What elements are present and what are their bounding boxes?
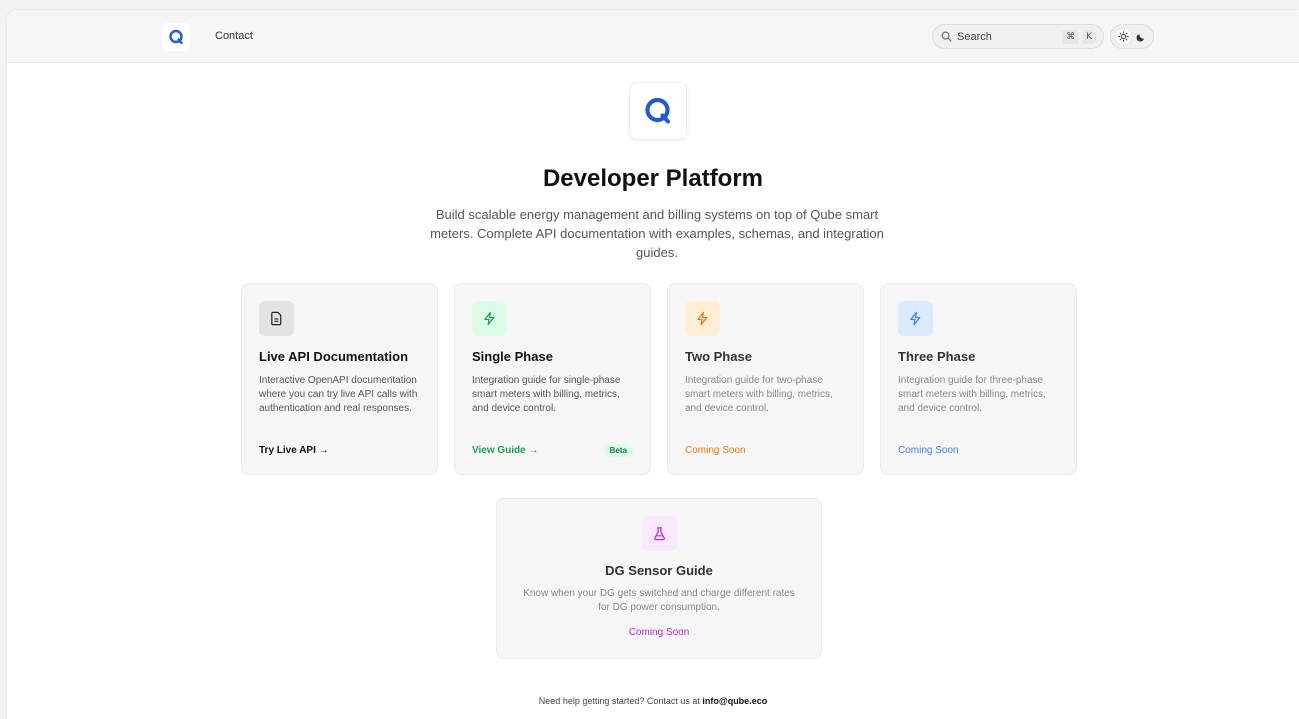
card-live-api[interactable]: Live API Documentation Interactive OpenA… <box>241 283 438 475</box>
view-guide-link[interactable]: View Guide → <box>472 445 539 456</box>
search-input[interactable]: Search ⌘ K <box>932 24 1104 49</box>
theme-toggle[interactable] <box>1110 24 1154 49</box>
card-dg-sensor[interactable]: DG Sensor Guide Know when your DG gets s… <box>496 498 822 659</box>
bolt-icon <box>910 311 921 326</box>
qube-logo-icon <box>645 97 671 124</box>
card-description: Know when your DG gets switched and char… <box>523 588 795 613</box>
card-title: Two Phase <box>685 349 752 364</box>
flask-icon <box>653 527 665 541</box>
card-description: Interactive OpenAPI documentation where … <box>259 375 418 414</box>
card-icon-box <box>898 301 933 336</box>
home-logo-button[interactable] <box>162 23 190 51</box>
coming-soon-label: Coming Soon <box>898 445 959 456</box>
card-description: Integration guide for two-phase smart me… <box>685 375 833 414</box>
card-two-phase[interactable]: Two Phase Integration guide for two-phas… <box>667 283 864 475</box>
card-single-phase[interactable]: Single Phase Integration guide for singl… <box>454 283 651 475</box>
beta-badge: Beta <box>603 444 633 457</box>
card-icon-box <box>472 301 507 336</box>
search-placeholder: Search <box>957 30 992 43</box>
light-mode-button[interactable] <box>1114 28 1132 45</box>
top-navbar: Contact Search ⌘ K <box>7 10 1299 63</box>
bolt-icon <box>697 311 708 326</box>
page-description: Build scalable energy management and bil… <box>430 207 884 260</box>
hero-logo <box>629 82 687 140</box>
card-icon-box <box>685 301 720 336</box>
footer-help-text: Need help getting started? Contact us at… <box>7 696 1299 706</box>
card-description: Integration guide for three-phase smart … <box>898 375 1046 414</box>
card-icon-box <box>259 301 294 336</box>
card-description: Integration guide for single-phase smart… <box>472 375 621 414</box>
nav-contact-link[interactable]: Contact <box>215 30 253 42</box>
page-title: Developer Platform <box>542 165 764 192</box>
search-icon <box>941 31 952 42</box>
search-shortcut: ⌘ K <box>1062 29 1099 44</box>
qube-logo-icon <box>169 29 183 45</box>
coming-soon-label: Coming Soon <box>685 445 746 456</box>
document-icon <box>271 311 282 326</box>
dark-mode-button[interactable] <box>1133 28 1150 45</box>
footer-text: Need help getting started? Contact us at <box>538 696 700 706</box>
card-title: DG Sensor Guide <box>605 563 713 578</box>
coming-soon-label: Coming Soon <box>628 627 690 638</box>
shortcut-mod-key: ⌘ <box>1062 29 1080 44</box>
app-window: Contact Search ⌘ K Developer Platform Bu… <box>7 10 1299 719</box>
shortcut-k-key: K <box>1082 29 1096 44</box>
sun-icon <box>1117 31 1129 42</box>
card-title: Three Phase <box>898 349 976 364</box>
card-icon-box <box>641 516 677 551</box>
contact-email-link[interactable]: info@qube.eco <box>702 696 767 706</box>
card-title: Single Phase <box>472 349 553 364</box>
moon-icon <box>1136 33 1144 42</box>
bolt-icon <box>484 311 495 326</box>
card-three-phase[interactable]: Three Phase Integration guide for three-… <box>880 283 1077 475</box>
try-live-api-link[interactable]: Try Live API → <box>259 445 329 456</box>
card-title: Live API Documentation <box>259 349 409 364</box>
